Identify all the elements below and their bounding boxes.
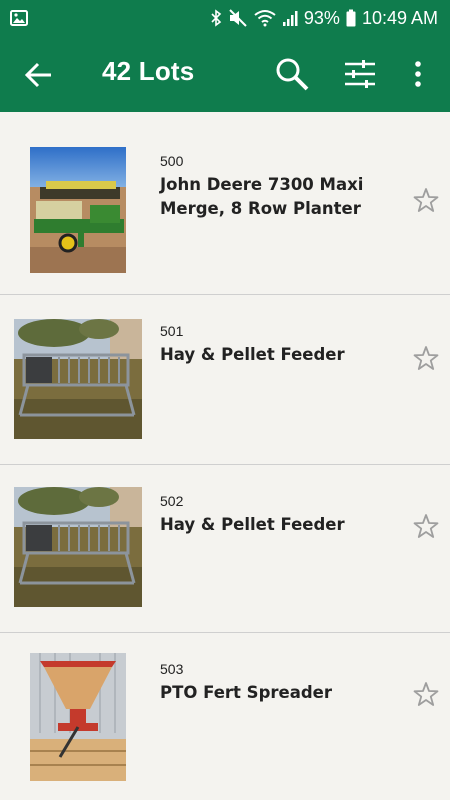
- image-icon: [10, 10, 28, 26]
- lot-photo-feeder: [14, 319, 142, 439]
- star-outline-icon[interactable]: [413, 513, 439, 539]
- star-outline-icon[interactable]: [413, 345, 439, 371]
- page-title: 42 Lots: [102, 56, 195, 86]
- lot-item-500[interactable]: 500 John Deere 7300 Maxi Merge, 8 Row Pl…: [0, 125, 450, 295]
- lot-number: 502: [160, 493, 184, 509]
- status-time: 10:49 AM: [361, 7, 438, 28]
- lot-title: Hay & Pellet Feeder: [160, 515, 345, 534]
- search-icon[interactable]: [274, 56, 310, 92]
- lot-photo-feeder: [14, 487, 142, 607]
- mute-icon: [229, 9, 247, 27]
- lot-item-502[interactable]: 502 Hay & Pellet Feeder: [0, 465, 450, 633]
- battery-percent: 93%: [303, 7, 340, 28]
- lot-number: 501: [160, 323, 184, 339]
- signal-icon: [282, 11, 298, 26]
- star-outline-icon[interactable]: [413, 187, 439, 213]
- star-outline-icon[interactable]: [413, 681, 439, 707]
- lot-photo-spreader: [30, 653, 126, 781]
- lot-item-503[interactable]: 503 PTO Fert Spreader: [0, 633, 450, 800]
- filter-icon[interactable]: [342, 56, 378, 92]
- lot-photo-planter: [30, 147, 126, 273]
- bluetooth-icon: [211, 9, 222, 27]
- app-bar: 42 Lots: [0, 36, 450, 112]
- lot-title: John Deere 7300 Maxi Merge, 8 Row Plante…: [160, 175, 364, 218]
- wifi-icon: [254, 10, 276, 27]
- lot-item-501[interactable]: 501 Hay & Pellet Feeder: [0, 295, 450, 465]
- lot-title: Hay & Pellet Feeder: [160, 345, 345, 364]
- lot-title: PTO Fert Spreader: [160, 683, 332, 702]
- lot-number: 500: [160, 153, 184, 169]
- back-arrow-icon[interactable]: [24, 60, 54, 90]
- battery-icon: [346, 9, 356, 27]
- lot-list: 500 John Deere 7300 Maxi Merge, 8 Row Pl…: [0, 112, 450, 800]
- lot-number: 503: [160, 661, 184, 677]
- status-bar: 93% 10:49 AM: [0, 0, 450, 36]
- more-vert-icon[interactable]: [408, 58, 428, 90]
